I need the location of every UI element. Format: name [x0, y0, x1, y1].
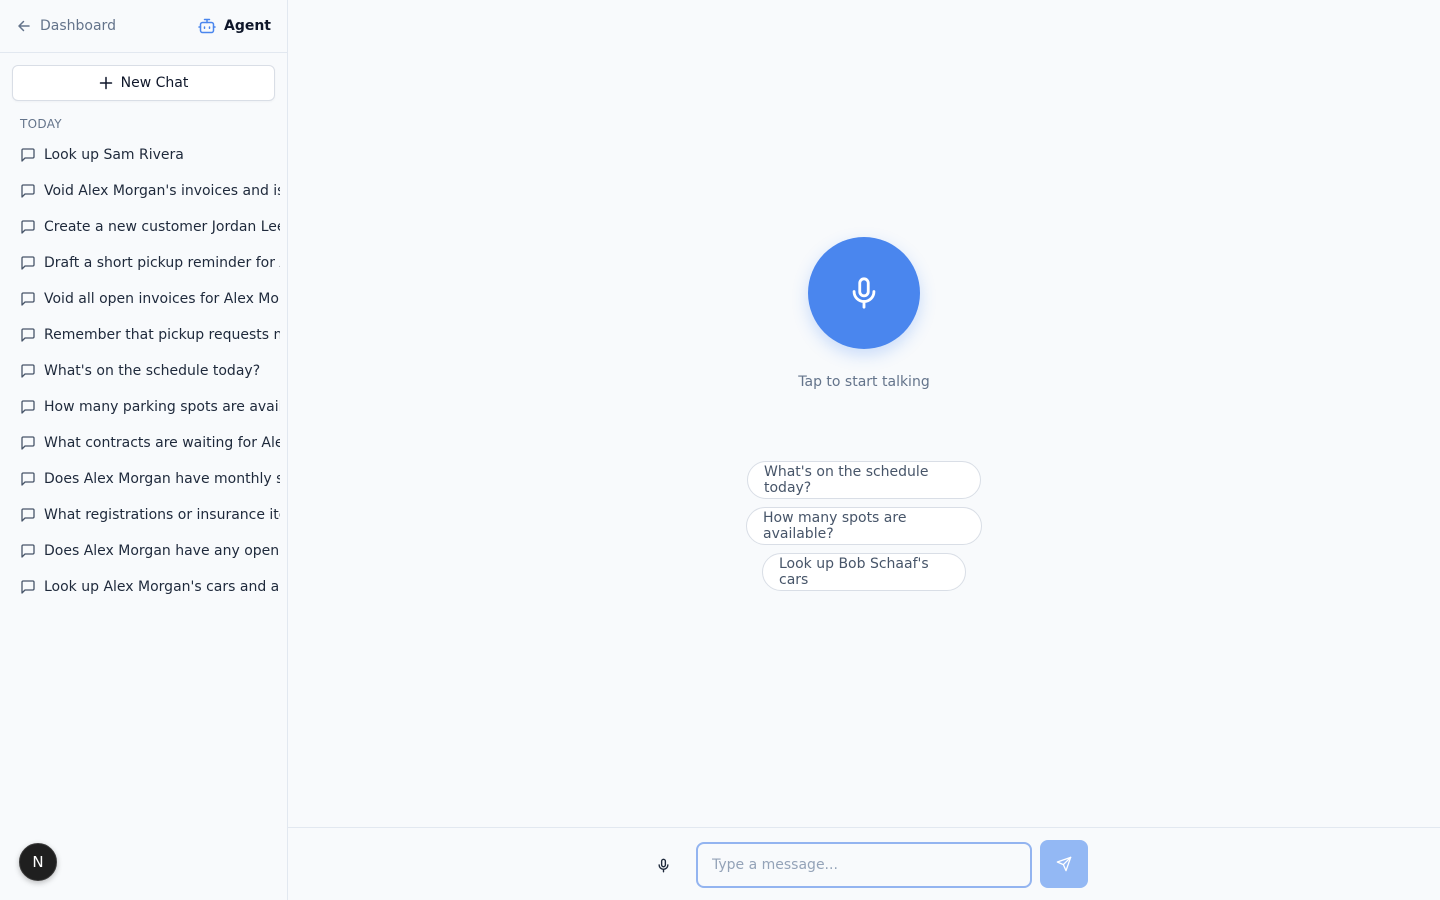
chat-history-item-label: Create a new customer Jordan Lee, with [44, 219, 280, 235]
chat-history-item-label: Does Alex Morgan have any open invoices [44, 543, 280, 559]
suggestion-chip-spots[interactable]: How many spots are available? [746, 507, 982, 545]
chat-history-item-label: What registrations or insurance items [44, 507, 280, 523]
message-square-icon [21, 364, 35, 378]
message-square-icon [21, 184, 35, 198]
back-link-label: Dashboard [40, 18, 116, 34]
chat-history-item-label: What contracts are waiting for Alex Morg… [44, 435, 280, 451]
message-square-icon [21, 292, 35, 306]
chat-history-item[interactable]: Look up Alex Morgan's cars and any [12, 569, 280, 605]
arrow-left-icon [18, 20, 30, 32]
chat-history-item-label: Does Alex Morgan have monthly storage [44, 471, 280, 487]
chat-history-item-label: Look up Alex Morgan's cars and any [44, 579, 280, 595]
sidebar-title-label: Agent [223, 18, 271, 34]
chat-history-item[interactable]: Does Alex Morgan have any open invoices [12, 533, 280, 569]
message-square-icon [21, 148, 35, 162]
chat-history-item[interactable]: Draft a short pickup reminder for Alex [12, 245, 280, 281]
send-button[interactable] [1040, 840, 1088, 888]
chat-history-item[interactable]: Look up Sam Rivera [12, 137, 280, 173]
microphone-icon [852, 277, 876, 309]
chat-history-item[interactable]: What's on the schedule today? [12, 353, 280, 389]
sidebar-header: Dashboard Agent [0, 0, 287, 53]
sidebar: Dashboard Agent New Chat TODAY Look up S… [0, 0, 288, 900]
chat-history-item-label: How many parking spots are available [44, 399, 280, 415]
chat-history-item[interactable]: Remember that pickup requests need [12, 317, 280, 353]
user-avatar[interactable]: N [19, 843, 57, 881]
message-square-icon [21, 256, 35, 270]
message-square-icon [21, 580, 35, 594]
tap-to-talk-label: Tap to start talking [798, 374, 930, 390]
message-square-icon [21, 220, 35, 234]
message-square-icon [21, 328, 35, 342]
message-square-icon [21, 472, 35, 486]
suggestion-chip-schedule[interactable]: What's on the schedule today? [747, 461, 981, 499]
send-icon [1056, 856, 1072, 872]
chat-history-list: Look up Sam Rivera Void Alex Morgan's inv… [12, 137, 280, 605]
chat-history-item-label: Look up Sam Rivera [44, 147, 184, 163]
chat-history-item[interactable]: What contracts are waiting for Alex Morg… [12, 425, 280, 461]
microphone-icon [657, 858, 669, 872]
chat-history-item-label: Remember that pickup requests need [44, 327, 280, 343]
chat-history-item[interactable]: Does Alex Morgan have monthly storage [12, 461, 280, 497]
message-square-icon [21, 400, 35, 414]
chat-history-item[interactable]: Void Alex Morgan's invoices and issue [12, 173, 280, 209]
bot-icon [198, 18, 216, 34]
new-chat-label: New Chat [120, 75, 189, 91]
message-composer [288, 827, 1440, 900]
message-square-icon [21, 544, 35, 558]
chat-main: Tap to start talking What's on the sched… [288, 0, 1440, 900]
chat-history-item-label: Void Alex Morgan's invoices and issue [44, 183, 280, 199]
message-square-icon [21, 436, 35, 450]
chat-history-item-label: What's on the schedule today? [44, 363, 261, 379]
chat-history-item[interactable]: What registrations or insurance items [12, 497, 280, 533]
section-label-today: TODAY [20, 117, 62, 131]
chat-history-item-label: Void all open invoices for Alex Morgan [44, 291, 280, 307]
voice-input-button[interactable] [652, 854, 674, 876]
suggestion-chip-cars[interactable]: Look up Bob Schaaf's cars [762, 553, 966, 591]
chat-history-item[interactable]: Void all open invoices for Alex Morgan [12, 281, 280, 317]
message-input[interactable] [696, 842, 1032, 888]
plus-icon [99, 76, 112, 90]
chat-history-item[interactable]: Create a new customer Jordan Lee, with [12, 209, 280, 245]
start-voice-button[interactable] [808, 237, 920, 349]
chat-history-item[interactable]: How many parking spots are available [12, 389, 280, 425]
new-chat-button[interactable]: New Chat [12, 65, 275, 101]
chat-history-item-label: Draft a short pickup reminder for Alex [44, 255, 280, 271]
message-square-icon [21, 508, 35, 522]
back-to-dashboard-link[interactable]: Dashboard [16, 18, 116, 34]
sidebar-title: Agent [198, 17, 271, 35]
